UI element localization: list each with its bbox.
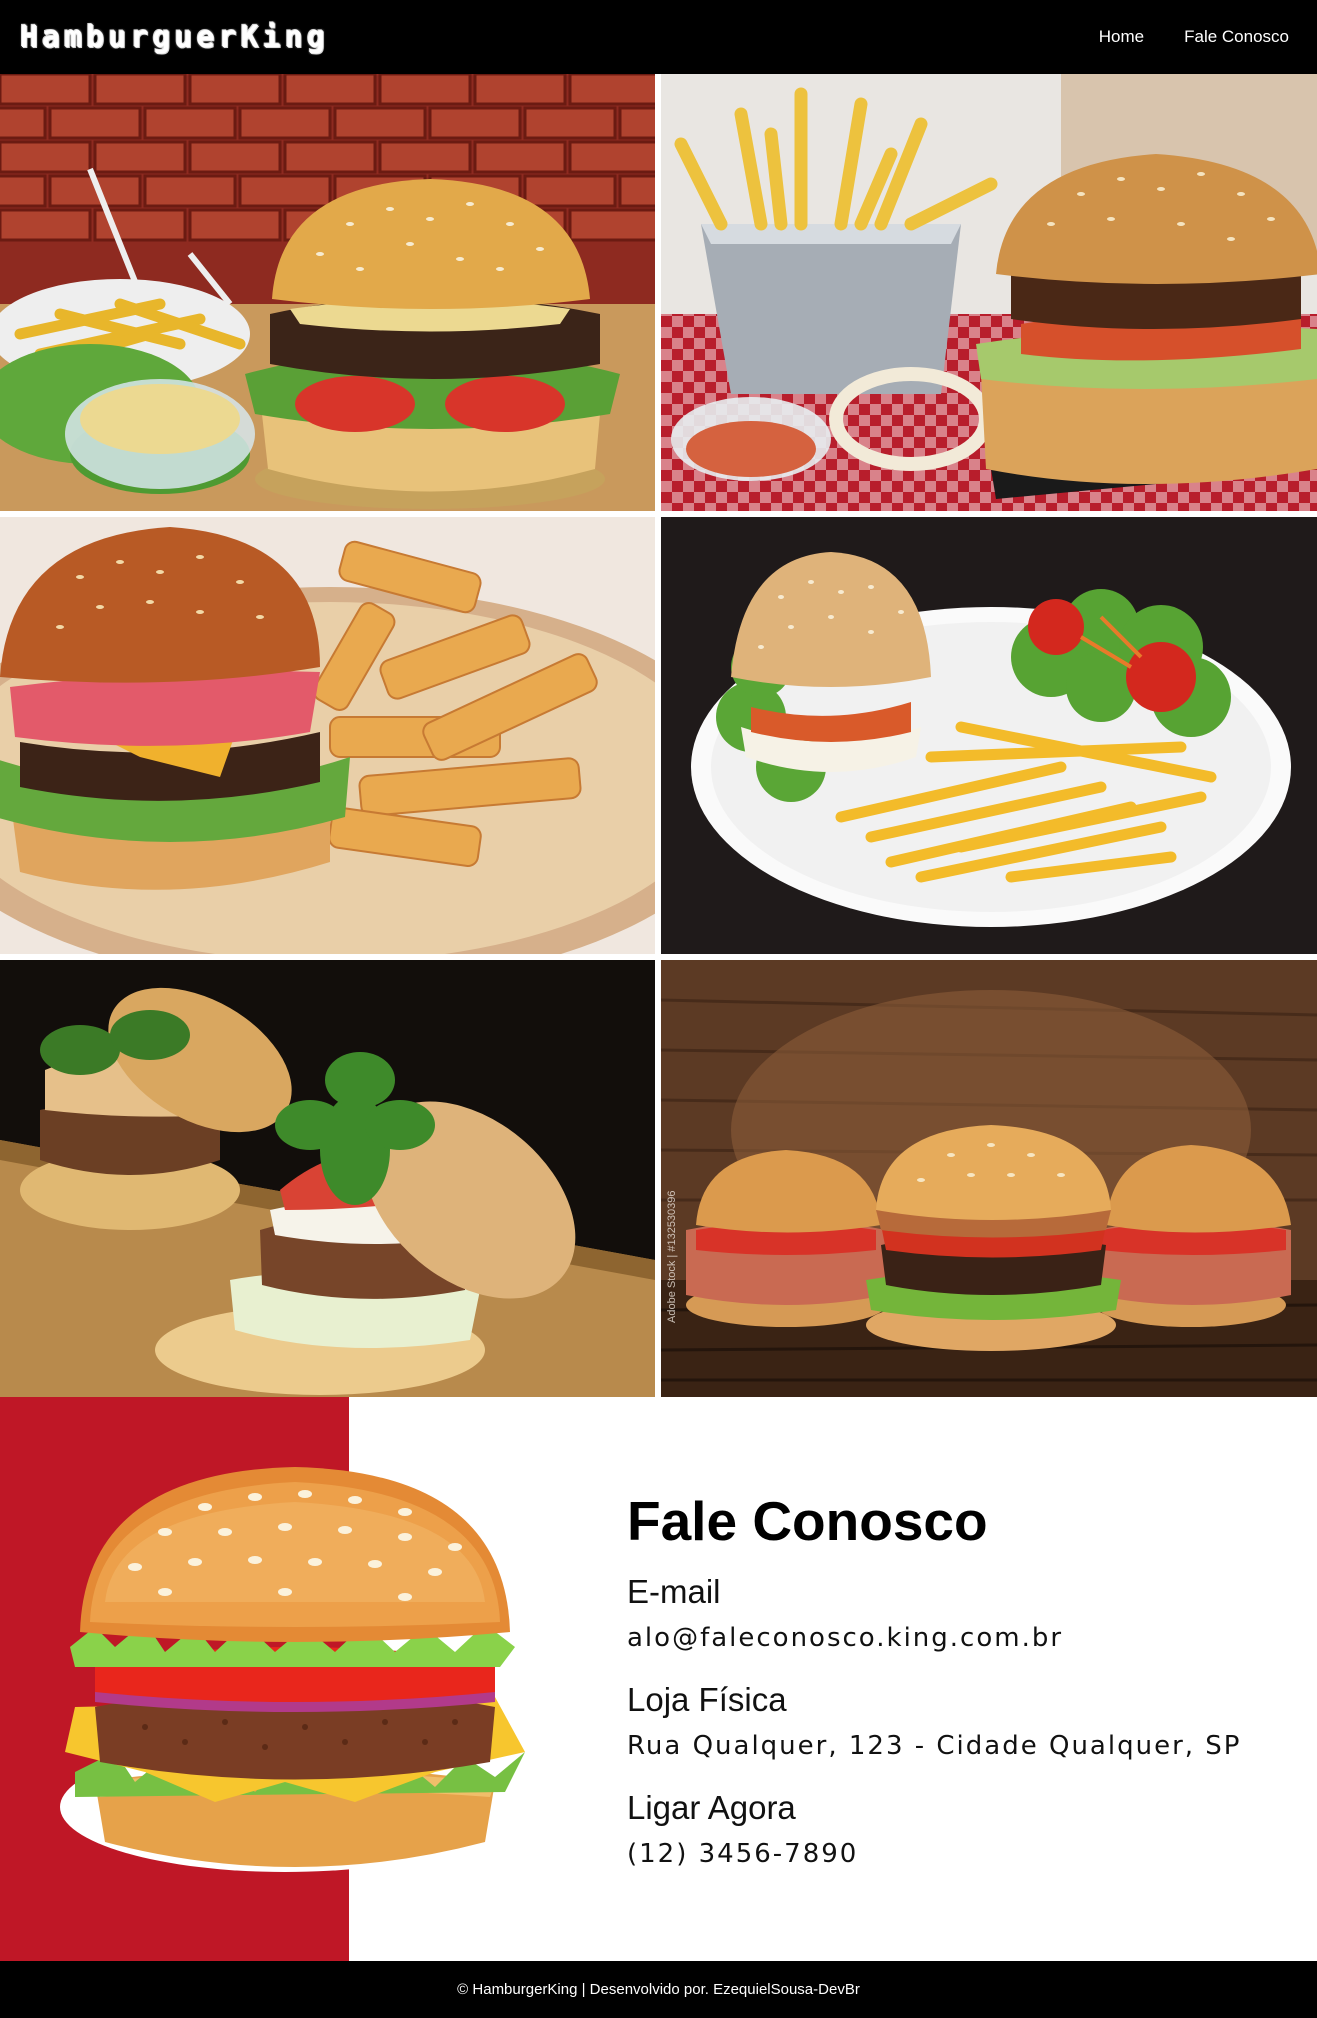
- site-logo[interactable]: HamburguerKing: [20, 20, 329, 55]
- site-header: HamburguerKing Home Fale Conosco: [0, 0, 1317, 74]
- footer-text: © HamburgerKing | Desenvolvido por. Ezeq…: [457, 1981, 860, 1998]
- gallery-photo-burger-brick: [0, 74, 655, 511]
- nav-contact-link[interactable]: Fale Conosco: [1184, 27, 1289, 47]
- stock-watermark: Adobe Stock | #132530396: [666, 1190, 678, 1323]
- phone-value[interactable]: (12) 3456-7890: [627, 1839, 1287, 1869]
- burger-illustration: [60, 1467, 525, 1872]
- contact-section: Fale Conosco E-mail alo@faleconosco.king…: [0, 1397, 1317, 1961]
- store-address: Rua Qualquer, 123 - Cidade Qualquer, SP: [627, 1731, 1242, 1761]
- store-label: Loja Física: [627, 1681, 787, 1718]
- main-nav: Home Fale Conosco: [1099, 27, 1289, 47]
- email-label: E-mail: [627, 1573, 721, 1610]
- gallery-photo-burger-basil: [0, 960, 655, 1397]
- phone-label: Ligar Agora: [627, 1789, 796, 1826]
- nav-home-link[interactable]: Home: [1099, 27, 1144, 47]
- gallery-photo-burger-fries-bucket: [661, 74, 1317, 511]
- site-footer: © HamburgerKing | Desenvolvido por. Ezeq…: [0, 1961, 1317, 2018]
- contact-title: Fale Conosco: [627, 1490, 988, 1552]
- gallery-photo-burger-wood-slice: [0, 517, 655, 954]
- contact-info: Fale Conosco E-mail alo@faleconosco.king…: [627, 1489, 1287, 1897]
- photo-gallery: Adobe Stock | #132530396: [0, 74, 1317, 1397]
- gallery-photo-three-burgers: Adobe Stock | #132530396: [661, 960, 1317, 1397]
- gallery-photo-burger-plate: [661, 517, 1317, 954]
- email-value[interactable]: alo@faleconosco.king.com.br: [627, 1623, 1287, 1653]
